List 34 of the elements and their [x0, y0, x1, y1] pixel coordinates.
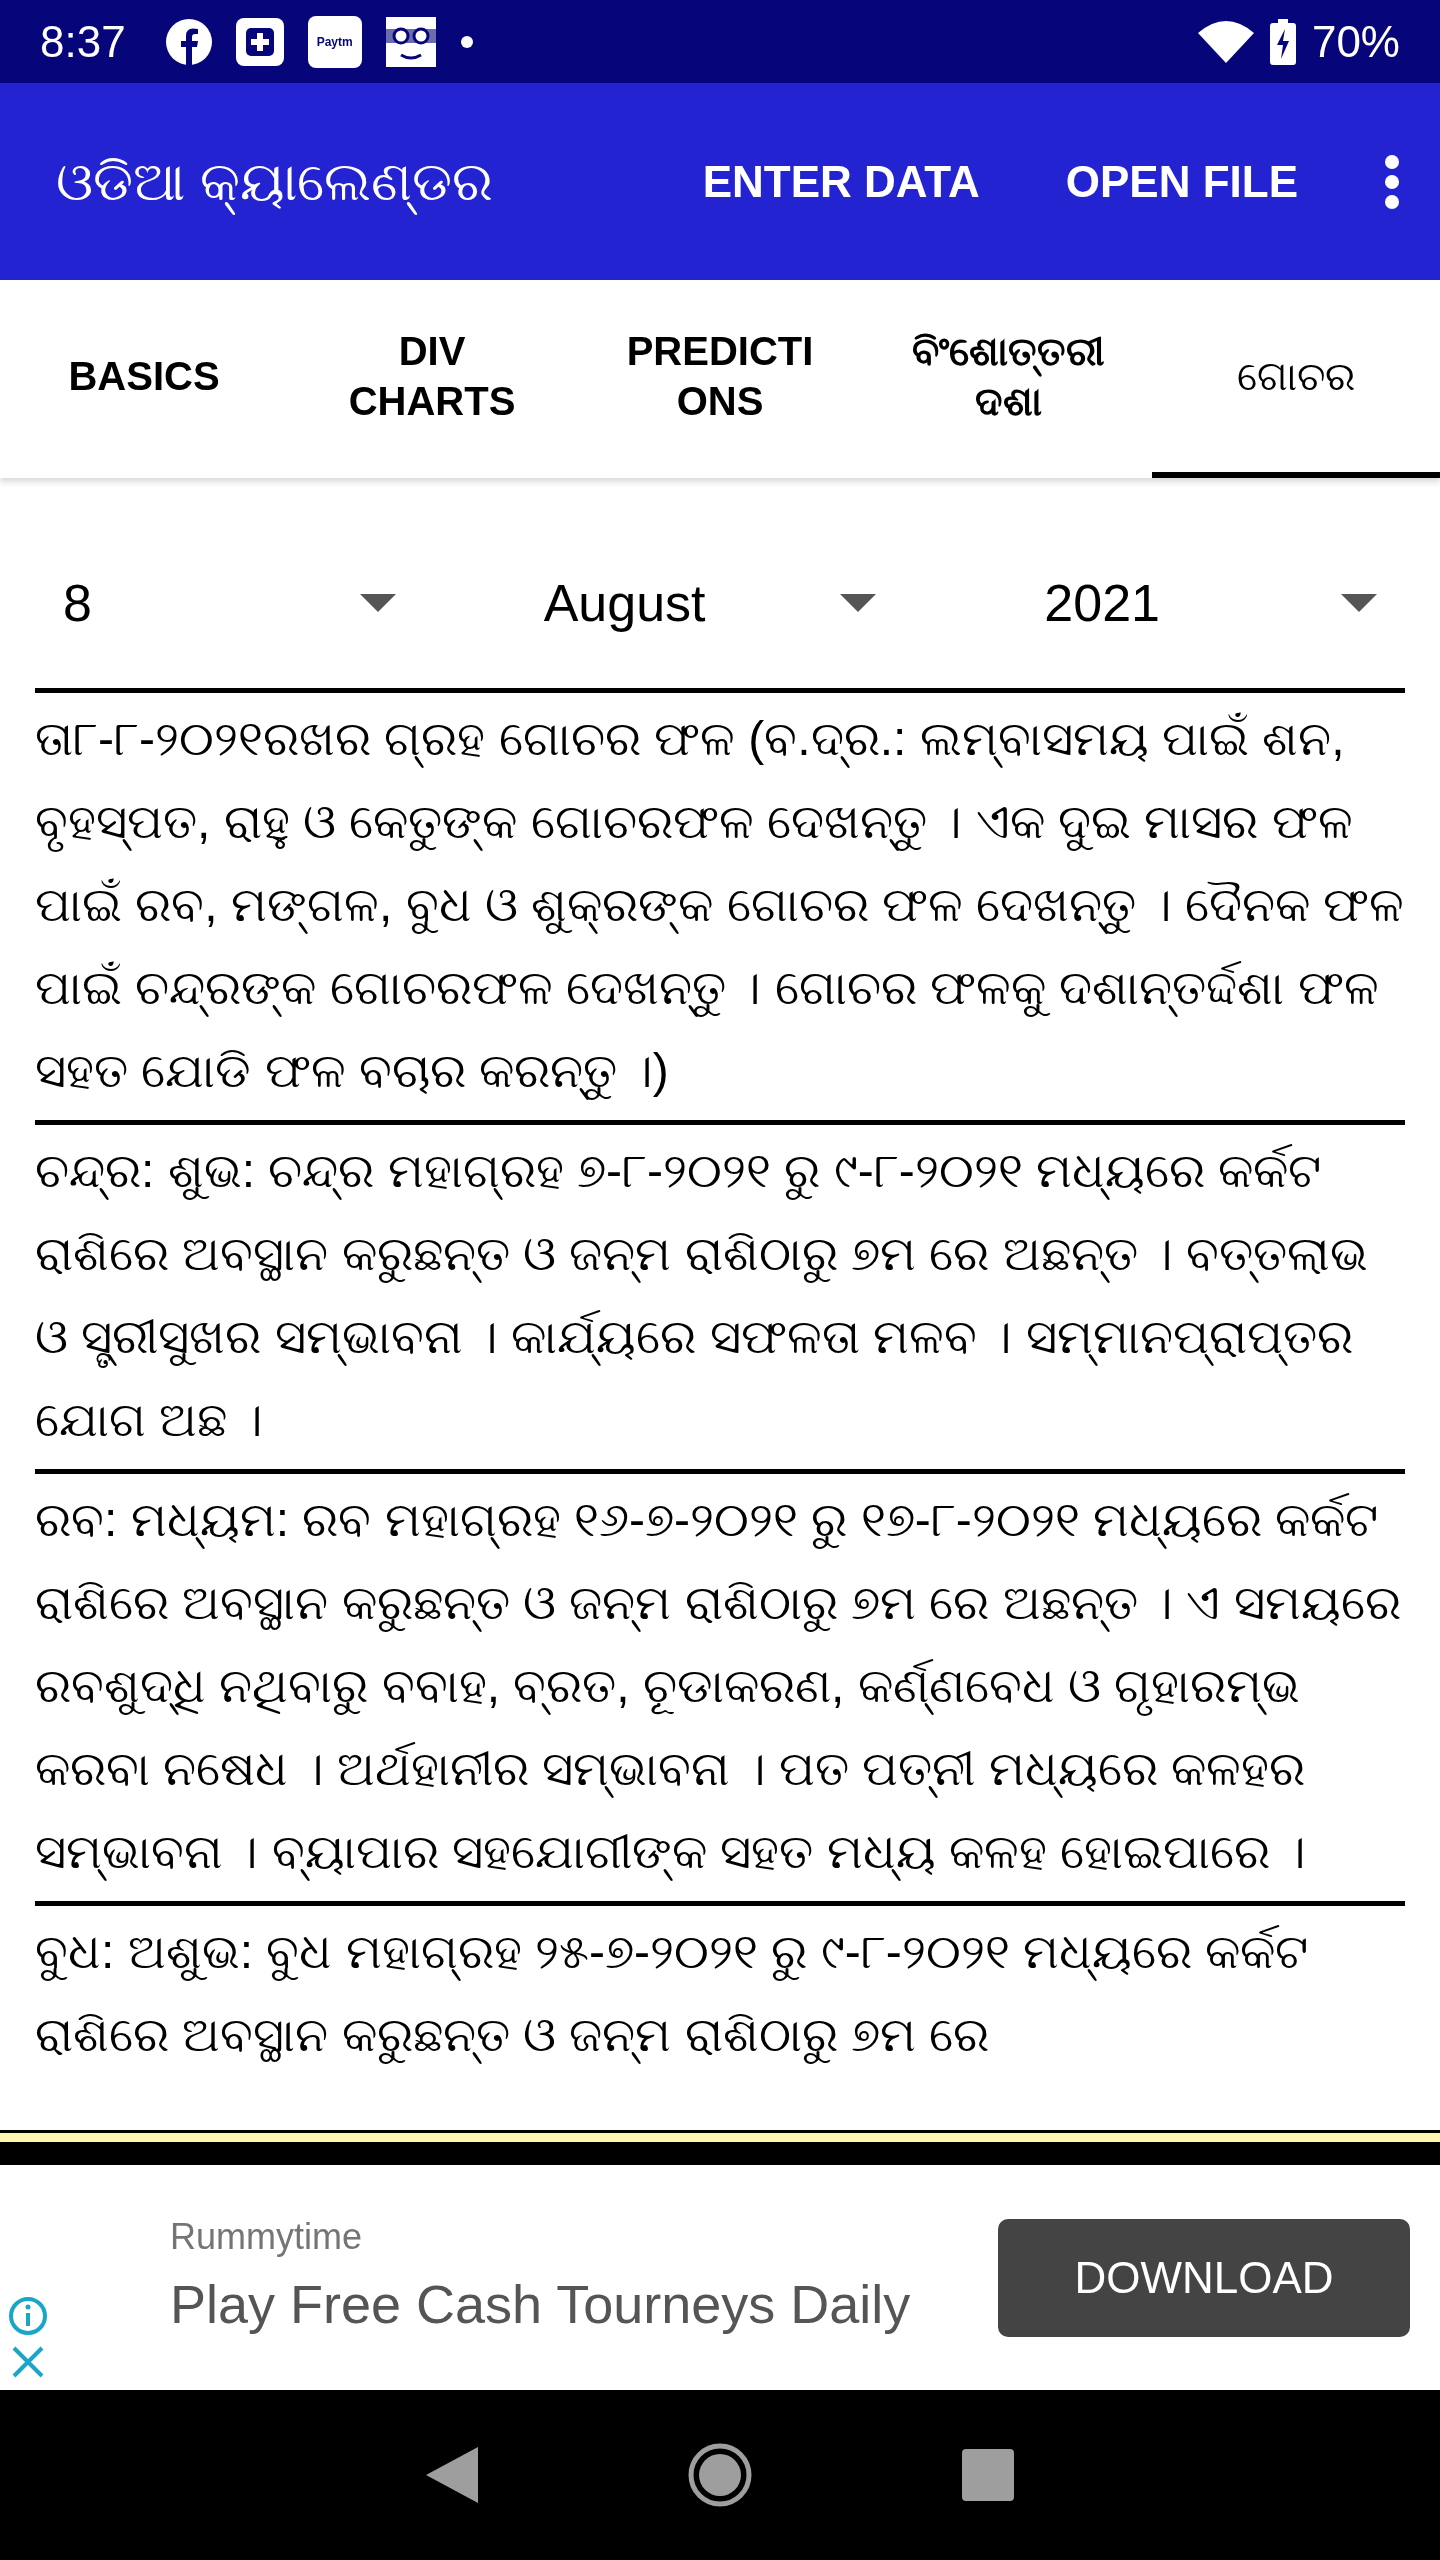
transit-paragraph: ତା୮-୮-୨୦୨୧ରଖର ଗ୍ରହ ଗୋଚର ଫଳ (ବ.ଦ୍ର.: ଲମ୍ବାସମୟ ପାଇଁ ଶନ, ବୃହସ୍ପତ, ରାହୁ ଓ କେତୁଙ୍କ ଗୋଚରଫଳ ଦେଖନ୍ତୁ । ଏକ ଦୁଇ ମାସର ଫଳ ପାଇଁ ରବ, ମଙ୍ଗଳ, ବୁଧ ଓ ଶୁକ୍ରଙ୍କ ଗୋଚର ଫଳ ଦେଖନ୍ତୁ । ଦୈନକ ଫଳ ପାଇଁ ଚନ୍ଦ୍ରଙ୍କ ଗୋଚରଫଳ ଦେଖନ୍ତୁ । ଗୋଚର ଫଳକୁ ଦଶାନ୍ତର୍ଦ୍ଦଶା ଫଳ ସହତ ଯୋଡି ଫଳ ବଚାର କରନ୍ତୁ ।) [35, 697, 1405, 1112]
dropdown-caret-icon [840, 594, 877, 612]
tab[interactable]: ଗୋଚର [1152, 280, 1440, 478]
app-bar-action[interactable]: ENTER DATA [702, 148, 980, 215]
facebook-icon [165, 18, 212, 65]
dropdown-select[interactable]: 2021 [904, 564, 1405, 642]
app-title: ଓଡିଆ କ୍ୟାଲେଣ୍ଡର [56, 141, 493, 222]
status-time: 8:37 [40, 15, 126, 68]
transit-paragraph: ଚନ୍ଦ୍ର: ଶୁଭ: ଚନ୍ଦ୍ର ମହାଗ୍ରହ ୭-୮-୨୦୨୧ ରୁ ୯-୮-୨୦୨୧ ମଧ୍ୟରେ କର୍କଟ ରାଶିରେ ଅବସ୍ଥାନ କରୁଛନ୍ତ ଓ ଜନ୍ମ ରାଶିଠାରୁ ୭ମ ରେ ଅଛନ୍ତ । ବତ୍ତଲାଭ ଓ ସ୍ତ୍ରୀସୁଖର ସମ୍ଭାବନା । କାର୍ଯ୍ୟରେ ସଫଳତା ମଳବ । ସମ୍ମାନପ୍ରାପ୍ତର ଯୋଗ ଅଛ । [35, 1143, 1370, 1448]
dropdown-caret-icon [359, 594, 396, 612]
battery-charging-icon [1269, 18, 1296, 65]
info-icon[interactable] [8, 2296, 48, 2336]
dropdown-select[interactable]: August [423, 564, 905, 642]
tab[interactable]: ବିଂଶୋତ୍ତରୀ ଦଶା [864, 280, 1152, 478]
dropdown-caret-icon [1341, 594, 1377, 612]
transit-paragraph: ରବ: ମଧ୍ୟମ: ରବ ମହାଗ୍ରହ ୧୬-୭-୨୦୨୧ ରୁ ୧୭-୮-୨୦୨୧ ମଧ୍ୟରେ କର୍କଟ ରାଶିରେ ଅବସ୍ଥାନ କରୁଛନ୍ତ ଓ ଜନ୍ମ ରାଶିଠାରୁ ୭ମ ରେ ଅଛନ୍ତ । ଏ ସମୟରେ ରବଶୁଦ୍ଧି ନଥିବାରୁ ବବାହ, ବ୍ରତ, ଚୂଡାକରଣ, କର୍ଣ୍ଣବେଧ ଓ ଗୃହାରମ୍ଭ କରବା ନଷେଧ । ଅର୍ଥହାନୀର ସମ୍ଭାବନା । ପତ ପତ୍ନୀ ମଧ୍ୟରେ କଳହର ସମ୍ଭାବନା । ବ୍ୟାପାର ସହଯୋଗୀଙ୍କ ସହତ ମଧ୍ୟ କଳହ ହୋଇପାରେ । [35, 1478, 1405, 1893]
transit-paragraph: ବୁଧ: ଅଶୁଭ: ବୁଧ ମହାଗ୍ରହ ୨୫-୭-୨୦୨୧ ରୁ ୯-୮-୨୦୨୧ ମଧ୍ୟରେ କର୍କଟ ରାଶିରେ ଅବସ୍ଥାନ କରୁଛନ୍ତ ଓ ଜନ୍ମ ରାଶିଠାରୁ ୭ମ ରେ [35, 1910, 1405, 2076]
wifi-icon [1197, 20, 1254, 63]
plus-square-icon [235, 17, 284, 66]
home-icon[interactable] [688, 2443, 752, 2507]
battery-percentage: 70% [1311, 15, 1400, 68]
ad-headline: Play Free Cash Tourneys Daily [170, 2273, 911, 2336]
download-button[interactable]: DOWNLOAD [998, 2218, 1410, 2337]
tab[interactable]: BASICS [0, 280, 288, 478]
dot-icon [459, 34, 474, 49]
back-icon[interactable] [426, 2447, 478, 2503]
ad-advertiser: Rummytime [170, 2215, 363, 2259]
tab[interactable]: DIV CHARTS [288, 280, 576, 478]
dropdown-select[interactable]: 8 [35, 564, 424, 642]
more-options-icon[interactable] [1384, 153, 1400, 210]
tab[interactable]: PREDICTIONS [576, 280, 864, 478]
robot-face-icon [385, 16, 436, 67]
app-bar-action[interactable]: OPEN FILE [1065, 148, 1298, 215]
paytm-icon: Paytm [307, 15, 362, 68]
